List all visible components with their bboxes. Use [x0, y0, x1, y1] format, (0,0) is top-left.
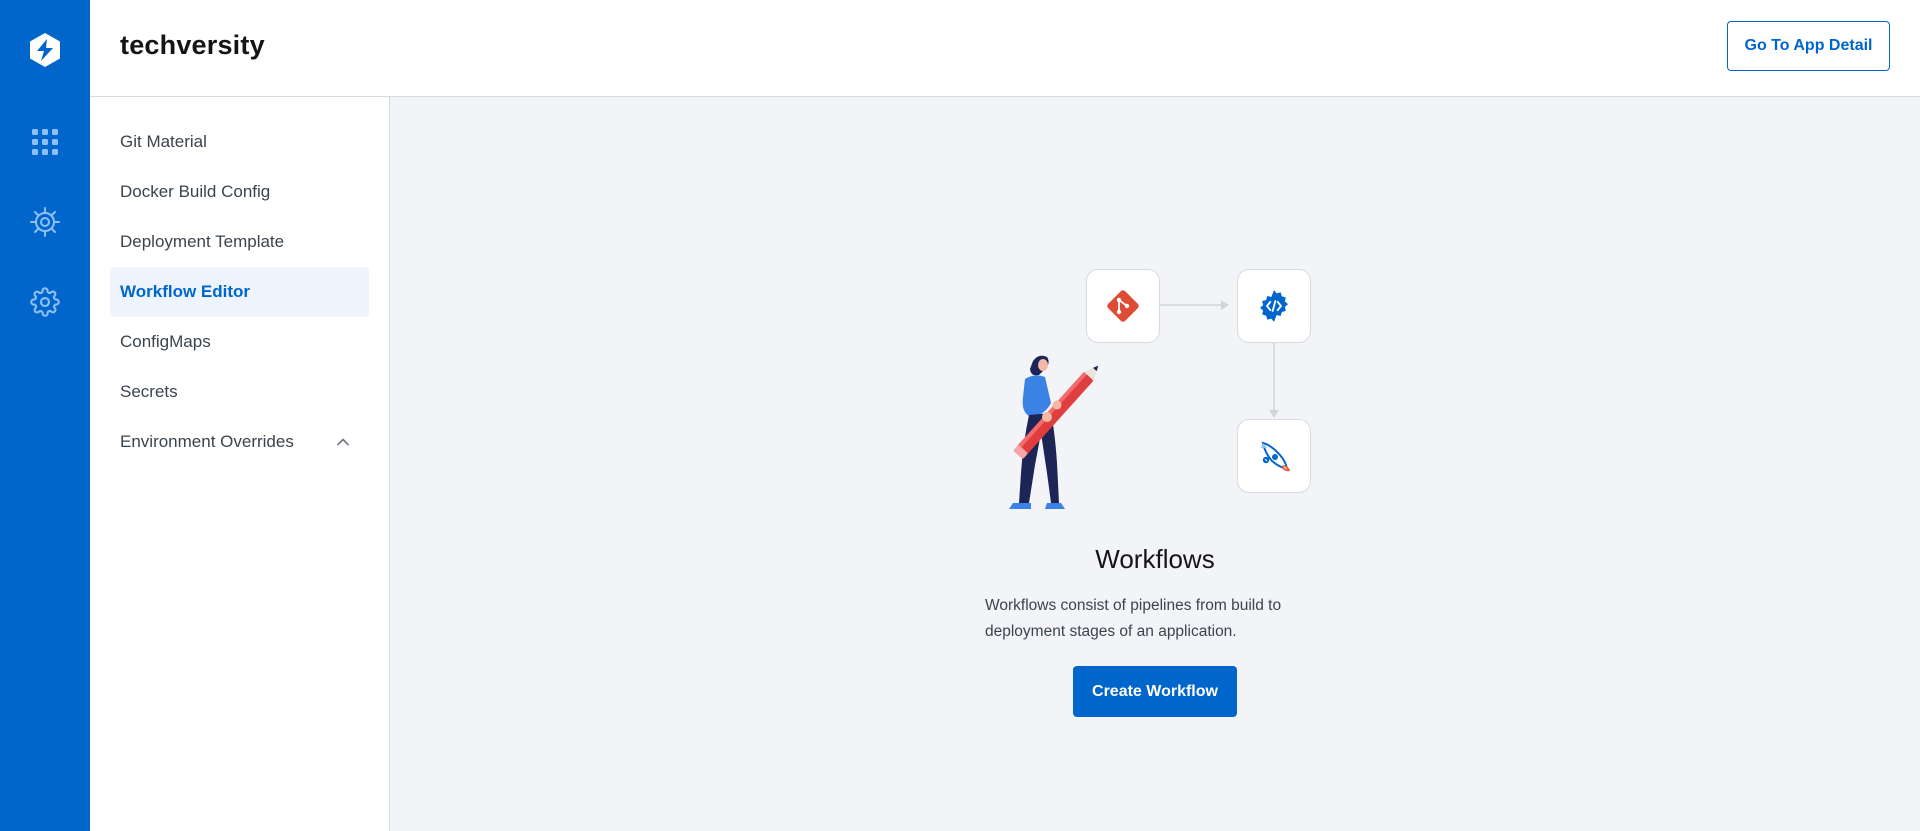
- sidebar-item-docker-build-config[interactable]: Docker Build Config: [110, 167, 369, 217]
- sidebar-item-configmaps[interactable]: ConfigMaps: [110, 317, 369, 367]
- deploy-node: [1237, 419, 1311, 493]
- create-workflow-button[interactable]: Create Workflow: [1073, 666, 1237, 717]
- build-code-gear-icon: [1260, 290, 1288, 322]
- workflow-illustration: [995, 265, 1325, 530]
- git-icon: [1107, 290, 1139, 322]
- global-config-gear-icon[interactable]: [0, 272, 90, 332]
- sidebar-item-label: Environment Overrides: [120, 432, 294, 451]
- sidebar-item-label: Git Material: [120, 132, 207, 151]
- sidebar-item-workflow-editor[interactable]: Workflow Editor: [110, 267, 369, 317]
- sidebar-item-label: ConfigMaps: [120, 332, 211, 351]
- sidebar-item-label: Deployment Template: [120, 232, 285, 251]
- sidebar-item-environment-overrides[interactable]: Environment Overrides: [110, 417, 369, 467]
- app-name: techversity: [120, 30, 265, 60]
- empty-state-description: Workflows consist of pipelines from buil…: [985, 597, 1282, 640]
- person-with-pencil-illustration: [1009, 355, 1099, 509]
- sidebar-item-label: Secrets: [120, 382, 178, 401]
- chart-store-icon[interactable]: [0, 192, 90, 252]
- sidebar-item-label: Workflow Editor: [120, 282, 251, 301]
- devtron-logo-icon[interactable]: [0, 20, 90, 80]
- app-config-sidebar: Git Material Docker Build Config Deploym…: [90, 97, 390, 831]
- page-header: techversity Go To App Detail: [90, 0, 1920, 97]
- sidebar-item-label: Docker Build Config: [120, 182, 271, 201]
- sidebar-item-git-material[interactable]: Git Material: [110, 117, 369, 167]
- deploy-rocket-icon: [1261, 441, 1290, 472]
- build-node: [1237, 269, 1311, 343]
- apps-grid-icon[interactable]: [0, 112, 90, 172]
- git-node: [1086, 269, 1160, 343]
- empty-state-title: Workflows: [1095, 544, 1215, 574]
- left-rail: [0, 0, 90, 831]
- sidebar-item-deployment-template[interactable]: Deployment Template: [110, 217, 369, 267]
- sidebar-item-secrets[interactable]: Secrets: [110, 367, 369, 417]
- chevron-up-icon[interactable]: [335, 434, 351, 450]
- go-to-app-detail-button[interactable]: Go To App Detail: [1727, 21, 1890, 71]
